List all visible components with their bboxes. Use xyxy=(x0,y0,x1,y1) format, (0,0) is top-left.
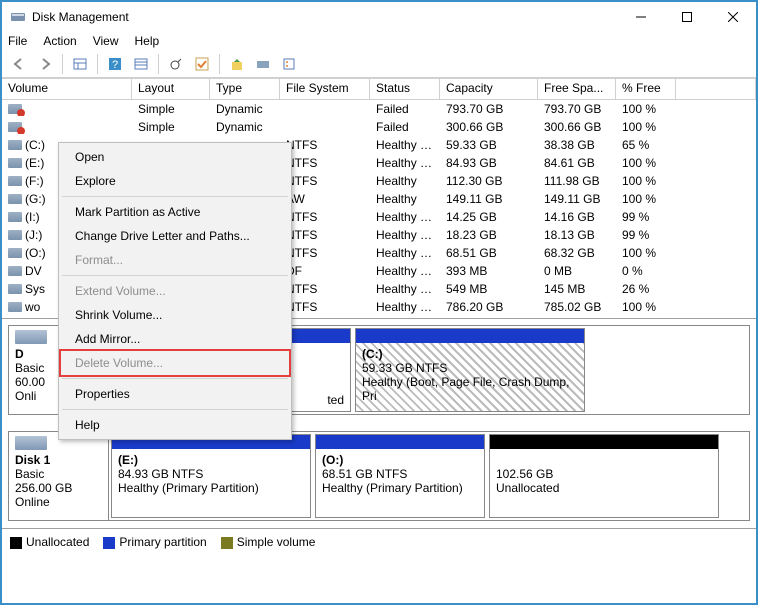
ctx-format: Format... xyxy=(61,248,289,272)
col-pctfree[interactable]: % Free xyxy=(616,79,676,99)
list-icon[interactable] xyxy=(278,53,300,75)
disk-1-label: Disk 1 Basic 256.00 GB Online xyxy=(9,432,109,520)
check-icon[interactable] xyxy=(191,53,213,75)
col-status[interactable]: Status xyxy=(370,79,440,99)
disk-0-name: D xyxy=(15,347,24,361)
menu-view[interactable]: View xyxy=(93,34,119,48)
col-layout[interactable]: Layout xyxy=(132,79,210,99)
disk-1-part-e[interactable]: (E:) 84.93 GB NTFS Healthy (Primary Part… xyxy=(111,434,311,518)
menu-separator xyxy=(62,409,288,410)
ctx-mark-active[interactable]: Mark Partition as Active xyxy=(61,200,289,224)
toolbar: ? xyxy=(2,50,756,78)
part-e-status: Healthy (Primary Partition) xyxy=(118,481,259,495)
partition-bar-primary xyxy=(356,329,584,343)
disk-1-state: Online xyxy=(15,495,50,509)
menu-help[interactable]: Help xyxy=(135,34,160,48)
disk-1-part-unalloc[interactable]: 102.56 GB Unallocated xyxy=(489,434,719,518)
legend-unallocated: Unallocated xyxy=(10,535,89,549)
disk-1-type: Basic xyxy=(15,467,44,481)
col-filesystem[interactable]: File System xyxy=(280,79,370,99)
menu-separator xyxy=(62,378,288,379)
menu-file[interactable]: File xyxy=(8,34,27,48)
volume-icon xyxy=(8,212,22,222)
volume-icon xyxy=(8,266,22,276)
ctx-shrink[interactable]: Shrink Volume... xyxy=(61,303,289,327)
col-freespace[interactable]: Free Spa... xyxy=(538,79,616,99)
part-truncated-text: ted xyxy=(327,393,344,407)
disk-1-row[interactable]: Disk 1 Basic 256.00 GB Online (E:) 84.93… xyxy=(8,431,750,521)
volume-row[interactable]: SimpleDynamicFailed793.70 GB793.70 GB100… xyxy=(2,100,756,118)
volume-icon xyxy=(8,194,22,204)
window-title: Disk Management xyxy=(32,10,618,24)
part-o-letter: (O:) xyxy=(322,453,343,467)
part-o-size: 68.51 GB NTFS xyxy=(322,467,407,481)
close-button[interactable] xyxy=(710,2,756,32)
disk-1-part-o[interactable]: (O:) 68.51 GB NTFS Healthy (Primary Part… xyxy=(315,434,485,518)
partition-bar-unallocated xyxy=(490,435,718,449)
forward-button[interactable] xyxy=(34,53,56,75)
disk-0-size: 60.00 xyxy=(15,375,45,389)
menu-action[interactable]: Action xyxy=(43,34,76,48)
part-e-size: 84.93 GB NTFS xyxy=(118,467,203,481)
menu-separator xyxy=(62,275,288,276)
menu-separator xyxy=(62,196,288,197)
col-capacity[interactable]: Capacity xyxy=(440,79,538,99)
ctx-explore[interactable]: Explore xyxy=(61,169,289,193)
menubar: File Action View Help xyxy=(2,32,756,50)
ctx-add-mirror[interactable]: Add Mirror... xyxy=(61,327,289,351)
part-c-status: Healthy (Boot, Page File, Crash Dump, Pr… xyxy=(362,375,569,403)
volume-icon xyxy=(8,140,22,150)
volume-context-menu: Open Explore Mark Partition as Active Ch… xyxy=(58,142,292,440)
refresh-icon[interactable] xyxy=(165,53,187,75)
window-titlebar: Disk Management xyxy=(2,2,756,32)
disk-icon[interactable] xyxy=(252,53,274,75)
help-button[interactable]: ? xyxy=(104,53,126,75)
part-unalloc-status: Unallocated xyxy=(496,481,559,495)
col-volume[interactable]: Volume xyxy=(2,79,132,99)
part-o-status: Healthy (Primary Partition) xyxy=(322,481,463,495)
disk-0-state: Onli xyxy=(15,389,36,403)
disk-icon xyxy=(15,330,47,344)
ctx-delete-volume: Delete Volume... xyxy=(59,349,291,377)
legend: Unallocated Primary partition Simple vol… xyxy=(2,528,756,555)
disk-1-size: 256.00 GB xyxy=(15,481,72,495)
legend-simple: Simple volume xyxy=(221,535,316,549)
app-icon xyxy=(10,9,26,25)
up-icon[interactable] xyxy=(226,53,248,75)
part-c-letter: (C:) xyxy=(362,347,383,361)
maximize-button[interactable] xyxy=(664,2,710,32)
volume-icon xyxy=(8,302,22,312)
disk-0-part-c[interactable]: (C:) 59.33 GB NTFS Healthy (Boot, Page F… xyxy=(355,328,585,412)
volume-icon xyxy=(8,104,22,114)
volume-icon xyxy=(8,230,22,240)
ctx-properties[interactable]: Properties xyxy=(61,382,289,406)
svg-text:?: ? xyxy=(112,59,118,71)
ctx-change-letter[interactable]: Change Drive Letter and Paths... xyxy=(61,224,289,248)
col-type[interactable]: Type xyxy=(210,79,280,99)
volume-row[interactable]: SimpleDynamicFailed300.66 GB300.66 GB100… xyxy=(2,118,756,136)
ctx-extend: Extend Volume... xyxy=(61,279,289,303)
settings-button[interactable] xyxy=(130,53,152,75)
ctx-open[interactable]: Open xyxy=(61,145,289,169)
disk-0-type: Basic xyxy=(15,361,44,375)
volume-icon xyxy=(8,122,22,132)
part-unalloc-size: 102.56 GB xyxy=(496,467,553,481)
show-hide-button[interactable] xyxy=(69,53,91,75)
disk-1-name: Disk 1 xyxy=(15,453,50,467)
disk-icon xyxy=(15,436,47,450)
minimize-button[interactable] xyxy=(618,2,664,32)
ctx-help[interactable]: Help xyxy=(61,413,289,437)
back-button[interactable] xyxy=(8,53,30,75)
part-c-size: 59.33 GB NTFS xyxy=(362,361,447,375)
volume-icon xyxy=(8,158,22,168)
legend-primary: Primary partition xyxy=(103,535,206,549)
volume-icon xyxy=(8,248,22,258)
volume-list-header: Volume Layout Type File System Status Ca… xyxy=(2,78,756,100)
volume-icon xyxy=(8,176,22,186)
volume-icon xyxy=(8,284,22,294)
partition-bar-primary xyxy=(316,435,484,449)
part-e-letter: (E:) xyxy=(118,453,138,467)
